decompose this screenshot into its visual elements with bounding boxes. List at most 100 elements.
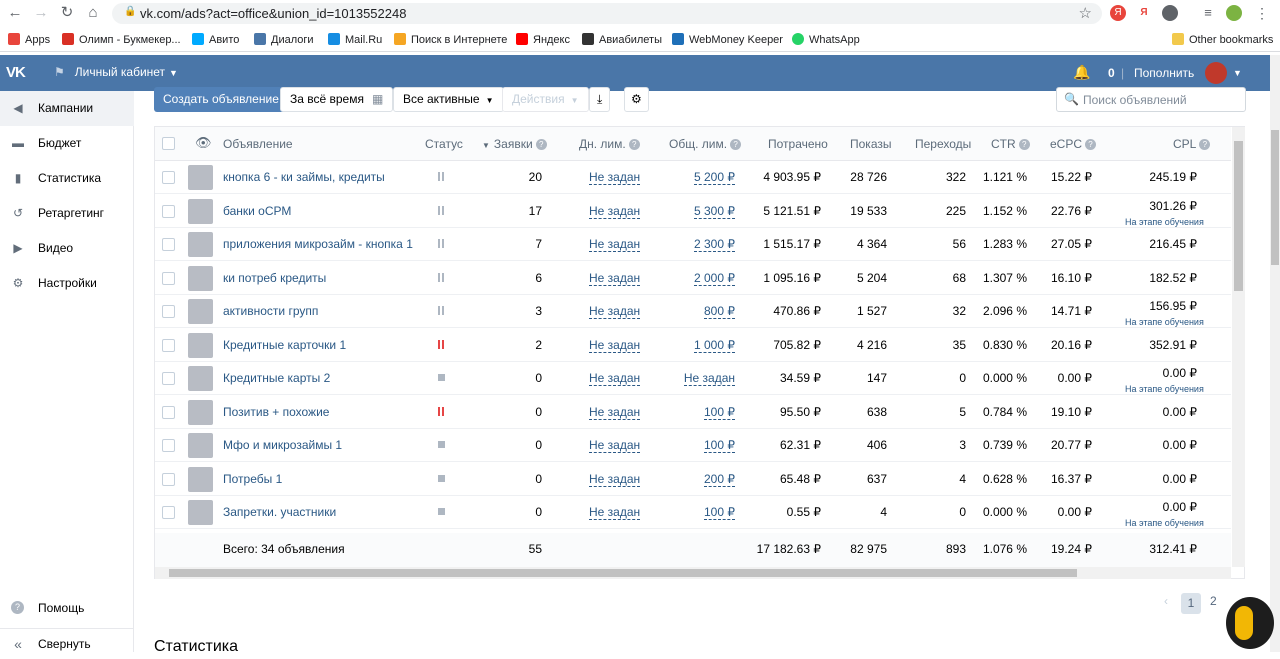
row-checkbox[interactable]	[162, 472, 175, 486]
home-icon[interactable]: ⌂	[84, 4, 102, 22]
bookmark-whatsapp[interactable]: WhatsApp	[792, 33, 860, 46]
ad-thumbnail[interactable]	[188, 466, 213, 492]
day-limit-value[interactable]: Не задан	[589, 337, 641, 353]
address-bar[interactable]: 🔒 vk.com/ads?act=office&union_id=1013552…	[112, 3, 1102, 24]
create-ad-button[interactable]: Создать объявление	[154, 87, 288, 112]
ad-name-link[interactable]: активности групп	[223, 304, 318, 318]
bookmark-search[interactable]: Поиск в Интернете	[394, 33, 507, 46]
day-limit-value[interactable]: Не задан	[589, 270, 641, 286]
menu-dots-icon[interactable]: ⋮	[1254, 5, 1270, 21]
pause-icon[interactable]	[438, 272, 445, 282]
total-limit-value[interactable]: 200 ₽	[704, 471, 735, 487]
row-checkbox[interactable]	[162, 506, 175, 519]
pause-red-icon[interactable]	[438, 406, 445, 416]
select-all-checkbox[interactable]	[162, 137, 175, 150]
sidebar-item-campaigns[interactable]: ◀ Кампании	[0, 91, 134, 126]
download-icon[interactable]: ⤓	[589, 87, 611, 112]
row-checkbox[interactable]	[162, 439, 175, 452]
forward-icon[interactable]: →	[32, 4, 50, 22]
day-limit-value[interactable]: Не задан	[589, 404, 641, 420]
total-limit-value[interactable]: 100 ₽	[704, 404, 735, 420]
sidebar-collapse[interactable]: « Свернуть	[0, 628, 134, 658]
vk-logo[interactable]: VK	[6, 64, 26, 81]
ad-name-link[interactable]: ки потреб кредиты	[223, 271, 326, 285]
ad-thumbnail[interactable]	[188, 299, 213, 324]
table-vscroll[interactable]	[1232, 127, 1245, 567]
total-limit-value[interactable]: 800 ₽	[704, 304, 735, 319]
ad-thumbnail[interactable]	[188, 366, 213, 391]
stop-icon[interactable]	[438, 441, 445, 448]
row-checkbox[interactable]	[162, 372, 175, 385]
pause-icon[interactable]	[438, 205, 445, 215]
ad-thumbnail[interactable]	[188, 265, 213, 291]
pause-icon[interactable]	[438, 239, 445, 248]
day-limit-value[interactable]: Не задан	[589, 304, 641, 319]
prev-page-icon[interactable]: ‹	[1164, 594, 1168, 608]
yandex-ext-icon[interactable]: Я	[1110, 5, 1126, 21]
total-limit-value[interactable]: 5 200 ₽	[694, 170, 735, 185]
ad-name-link[interactable]: Потребы 1	[223, 472, 282, 486]
col-ecpc[interactable]: eCPC?	[1050, 137, 1097, 151]
total-limit-value[interactable]: 2 300 ₽	[694, 237, 735, 252]
sidebar-help[interactable]: ? Помощь	[0, 593, 134, 623]
actions-dropdown[interactable]: Действия ▼	[502, 87, 589, 112]
pause-red-icon[interactable]	[438, 339, 445, 349]
cabinet-menu[interactable]: ⚑ Личный кабинет ▼	[54, 65, 178, 79]
avatar[interactable]	[1205, 62, 1227, 84]
ad-name-link[interactable]: Позитив + похожие	[223, 405, 329, 419]
ad-name-link[interactable]: Кредитные карточки 1	[223, 338, 346, 352]
page-scrollbar[interactable]	[1270, 55, 1280, 652]
ext-leaf-icon[interactable]	[1226, 5, 1242, 21]
day-limit-value[interactable]: Не задан	[589, 371, 641, 386]
search-input[interactable]: 🔍 Поиск объявлений	[1056, 87, 1246, 112]
col-cpl[interactable]: CPL?	[1173, 137, 1211, 151]
ad-thumbnail[interactable]	[188, 165, 213, 190]
bookmark-yandex[interactable]: Яндекс	[516, 33, 570, 46]
sidebar-item-settings[interactable]: ⚙ Настройки	[0, 266, 134, 301]
ad-thumbnail[interactable]	[188, 232, 213, 257]
row-checkbox[interactable]	[162, 338, 175, 352]
eye-icon[interactable]: 👁	[195, 135, 212, 151]
total-limit-value[interactable]: 2 000 ₽	[694, 270, 735, 286]
row-checkbox[interactable]	[162, 405, 175, 419]
col-status[interactable]: Статус	[425, 137, 463, 151]
topup-link[interactable]: Пополнить	[1134, 66, 1194, 80]
total-limit-value[interactable]: 100 ₽	[704, 438, 735, 453]
back-icon[interactable]: ←	[6, 4, 24, 22]
col-total-limit[interactable]: Общ. лим.?	[669, 137, 742, 151]
total-limit-value[interactable]: Не задан	[683, 371, 735, 386]
bookmark-avia[interactable]: Авиабилеты	[582, 33, 662, 46]
scrollbar-thumb[interactable]	[169, 569, 1077, 577]
total-limit-value[interactable]: 100 ₽	[704, 505, 735, 520]
sidebar-item-retargeting[interactable]: ↺ Ретаргетинг	[0, 196, 134, 231]
row-checkbox[interactable]	[162, 271, 175, 285]
col-day-limit[interactable]: Дн. лим.?	[579, 137, 640, 151]
bookmark-olimp[interactable]: Олимп - Букмекер...	[62, 33, 181, 46]
ad-name-link[interactable]: Мфо и микрозаймы 1	[223, 438, 342, 452]
reading-list-icon[interactable]: ≡	[1200, 5, 1216, 21]
stop-icon[interactable]	[438, 374, 445, 381]
yandex-icon[interactable]: Я	[1136, 5, 1152, 21]
other-bookmarks[interactable]: Other bookmarks	[1172, 33, 1273, 46]
total-limit-value[interactable]: 1 000 ₽	[694, 337, 735, 353]
bookmark-mailru[interactable]: Mail.Ru	[328, 33, 382, 46]
widget-logo-icon[interactable]	[1226, 597, 1274, 649]
sidebar-item-statistics[interactable]: ▮ Статистика	[0, 161, 134, 196]
ad-thumbnail[interactable]	[188, 500, 213, 525]
pause-icon[interactable]	[438, 172, 445, 181]
page-1[interactable]: 1	[1181, 593, 1201, 614]
pause-icon[interactable]	[438, 306, 445, 315]
col-ad[interactable]: Объявление	[223, 137, 293, 151]
ad-name-link[interactable]: банки оСРМ	[223, 204, 291, 218]
ad-name-link[interactable]: Кредитные карты 2	[223, 371, 330, 385]
ad-thumbnail[interactable]	[188, 332, 213, 358]
bookmark-avito[interactable]: Авито	[192, 33, 239, 46]
ad-name-link[interactable]: кнопка 6 - ки займы, кредиты	[223, 170, 385, 184]
stop-icon[interactable]	[438, 508, 445, 515]
settings-gear-icon[interactable]: ⚙	[624, 87, 649, 112]
day-limit-value[interactable]: Не задан	[589, 505, 641, 520]
col-spent[interactable]: Потрачено	[768, 137, 828, 151]
reload-icon[interactable]: ↻	[58, 4, 76, 22]
bell-icon[interactable]: 🔔	[1073, 64, 1090, 81]
ad-thumbnail[interactable]	[188, 198, 213, 224]
